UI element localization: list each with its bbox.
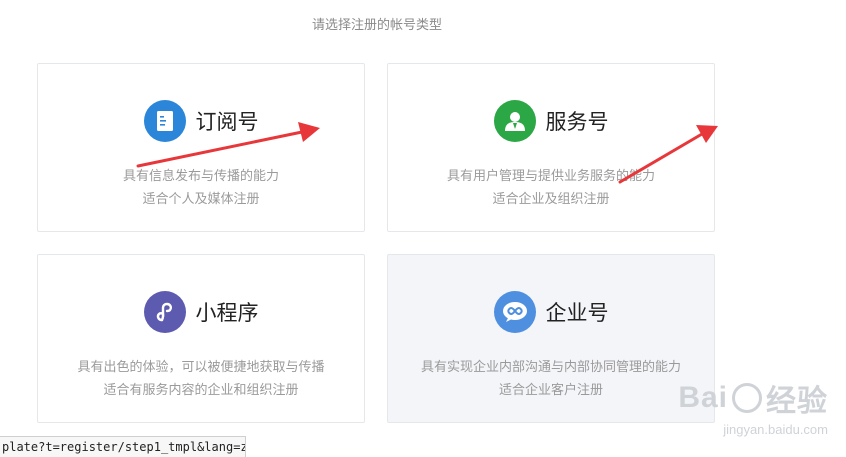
card-audience: 适合个人及媒体注册 — [142, 192, 260, 207]
card-description: 具有信息发布与传播的能力 — [122, 169, 279, 184]
card-miniprogram[interactable]: 小程序 具有出色的体验，可以被便捷地获取与传播 适合有服务内容的企业和组织注册 — [37, 254, 365, 423]
card-title: 企业号 — [545, 301, 609, 325]
user-icon — [493, 100, 536, 142]
card-title: 订阅号 — [195, 110, 259, 134]
card-description: 具有出色的体验，可以被便捷地获取与传播 — [77, 360, 325, 375]
card-description: 具有实现企业内部沟通与内部协同管理的能力 — [420, 360, 681, 375]
watermark-product: 经验 — [766, 385, 828, 418]
card-audience: 适合企业及组织注册 — [492, 192, 610, 207]
watermark-brand: Bai — [678, 381, 728, 414]
card-audience: 适合企业客户注册 — [498, 383, 603, 398]
paw-icon — [732, 383, 762, 413]
baidu-watermark: Bai 经验 jingyan.baidu.com — [678, 376, 828, 437]
miniprogram-icon — [143, 291, 186, 333]
card-enterprise[interactable]: 企业号 具有实现企业内部沟通与内部协同管理的能力 适合企业客户注册 — [387, 254, 715, 423]
card-subscription[interactable]: 订阅号 具有信息发布与传播的能力 适合个人及媒体注册 — [37, 63, 365, 232]
watermark-url: jingyan.baidu.com — [723, 422, 828, 437]
card-service[interactable]: 服务号 具有用户管理与提供业务服务的能力 适合企业及组织注册 — [387, 63, 715, 232]
card-title: 小程序 — [195, 301, 259, 325]
status-bar-url: plate?t=register/step1_tmpl&lang=zh_CN — [0, 436, 246, 457]
document-icon — [143, 100, 186, 142]
card-description: 具有用户管理与提供业务服务的能力 — [446, 169, 655, 184]
card-audience: 适合有服务内容的企业和组织注册 — [103, 383, 299, 398]
card-title: 服务号 — [545, 110, 609, 134]
chat-bubble-icon — [493, 291, 536, 333]
page-heading: 请选择注册的帐号类型 — [311, 18, 442, 33]
